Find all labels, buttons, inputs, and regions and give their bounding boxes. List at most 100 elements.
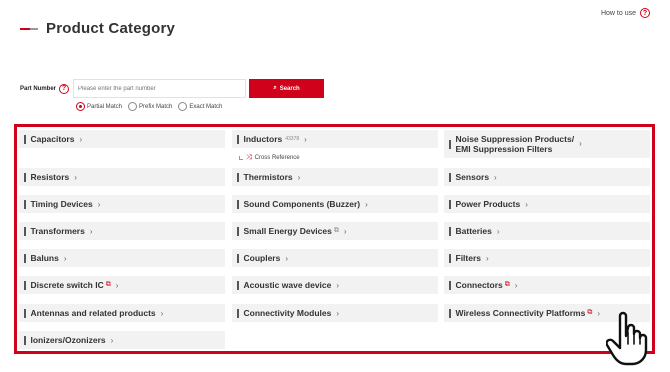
category-label: Connectivity Modules bbox=[243, 308, 332, 318]
category-label: Resistors bbox=[30, 172, 70, 182]
item-marker bbox=[24, 253, 26, 263]
chevron-right-icon: › bbox=[525, 199, 528, 209]
search-button[interactable]: ⌕ Search bbox=[249, 79, 325, 98]
category-resistors[interactable]: Resistors › bbox=[19, 168, 225, 186]
item-marker bbox=[237, 172, 239, 182]
radio-selected-icon[interactable] bbox=[76, 102, 85, 111]
search-button-label: Search bbox=[279, 85, 300, 92]
category-couplers[interactable]: Couplers › bbox=[232, 249, 438, 267]
category-small-energy-devices[interactable]: Small Energy Devices ⧉ › bbox=[232, 222, 438, 240]
category-label: Discrete switch IC bbox=[30, 280, 104, 290]
item-marker bbox=[449, 308, 451, 318]
category-baluns[interactable]: Baluns › bbox=[19, 249, 225, 267]
category-label: Small Energy Devices bbox=[243, 226, 332, 236]
category-label: Sensors bbox=[455, 172, 490, 182]
help-icon[interactable]: ? bbox=[640, 8, 650, 18]
search-icon: ⌕ bbox=[273, 85, 277, 91]
page-title: Product Category bbox=[46, 20, 176, 37]
category-label: Thermistors bbox=[243, 172, 293, 182]
item-marker bbox=[237, 253, 239, 263]
category-label: Wireless Connectivity Platforms bbox=[455, 308, 586, 318]
item-marker bbox=[24, 172, 26, 182]
category-discrete-switch-ic[interactable]: Discrete switch IC ⧉ › bbox=[19, 276, 225, 294]
category-label: Acoustic wave device bbox=[243, 280, 332, 290]
category-connectors[interactable]: Connectors ⧉ › bbox=[444, 276, 650, 294]
category-label-line1: Noise Suppression Products/ bbox=[455, 134, 575, 144]
category-sensors[interactable]: Sensors › bbox=[444, 168, 650, 186]
chevron-right-icon: › bbox=[89, 226, 93, 236]
chevron-right-icon: › bbox=[304, 134, 307, 144]
chevron-right-icon: › bbox=[285, 253, 289, 263]
item-marker bbox=[24, 226, 26, 236]
radio-icon[interactable] bbox=[128, 102, 138, 111]
count-badge: 43378 bbox=[285, 136, 300, 142]
category-sound-components[interactable]: Sound Components (Buzzer) › bbox=[232, 195, 438, 213]
item-marker bbox=[237, 199, 239, 209]
partial-match-label: Partial Match bbox=[87, 103, 123, 110]
title-accent-bar bbox=[20, 27, 38, 30]
category-label: Filters bbox=[455, 253, 482, 263]
category-ionizers[interactable]: Ionizers/Ozonizers › bbox=[19, 331, 225, 349]
chevron-right-icon: › bbox=[336, 308, 340, 318]
item-marker bbox=[449, 253, 451, 263]
category-label: Connectors bbox=[455, 280, 503, 290]
category-label: Sound Components (Buzzer) bbox=[243, 199, 361, 209]
exact-match-radio[interactable]: Exact Match bbox=[178, 102, 222, 111]
category-label: Inductors bbox=[243, 134, 283, 144]
chevron-right-icon: › bbox=[97, 199, 101, 209]
category-capacitors[interactable]: Capacitors › bbox=[19, 130, 225, 148]
chevron-right-icon: › bbox=[486, 253, 489, 263]
category-noise-suppression[interactable]: Noise Suppression Products/ EMI Suppress… bbox=[444, 130, 650, 158]
part-number-search: Part Number ? ⌕ Search bbox=[20, 79, 325, 98]
chevron-right-icon: › bbox=[514, 280, 518, 290]
chevron-right-icon: › bbox=[297, 172, 301, 182]
chevron-right-icon: › bbox=[336, 280, 340, 290]
category-filters[interactable]: Filters › bbox=[444, 249, 650, 267]
category-connectivity-modules[interactable]: Connectivity Modules › bbox=[232, 304, 438, 322]
item-marker bbox=[237, 226, 239, 236]
item-marker bbox=[237, 134, 239, 144]
how-to-use-link[interactable]: How to use ? bbox=[601, 8, 650, 18]
category-power-products[interactable]: Power Products › bbox=[444, 195, 650, 213]
cross-reference-link[interactable]: ⤨ Cross Reference bbox=[239, 154, 300, 162]
partial-match-radio[interactable]: Partial Match bbox=[76, 102, 122, 111]
category-batteries[interactable]: Batteries › bbox=[444, 222, 650, 240]
chevron-right-icon: › bbox=[79, 134, 83, 144]
category-label: Capacitors bbox=[30, 134, 75, 144]
category-inductors[interactable]: Inductors 43378 › bbox=[232, 130, 438, 148]
chevron-right-icon: › bbox=[365, 199, 368, 209]
prefix-match-label: Prefix Match bbox=[139, 103, 173, 110]
category-transformers[interactable]: Transformers › bbox=[19, 222, 225, 240]
chevron-right-icon: › bbox=[74, 172, 77, 182]
category-label: Ionizers/Ozonizers bbox=[30, 335, 106, 345]
page-header: Product Category bbox=[20, 20, 175, 37]
part-number-label: Part Number bbox=[20, 85, 57, 92]
category-thermistors[interactable]: Thermistors › bbox=[232, 168, 438, 186]
item-marker bbox=[449, 139, 451, 149]
chevron-right-icon: › bbox=[110, 335, 114, 345]
category-acoustic-wave-device[interactable]: Acoustic wave device › bbox=[232, 276, 438, 294]
category-label: Power Products bbox=[455, 199, 521, 209]
prefix-match-radio[interactable]: Prefix Match bbox=[128, 102, 172, 111]
category-timing-devices[interactable]: Timing Devices › bbox=[19, 195, 225, 213]
category-label: Antennas and related products bbox=[30, 308, 156, 318]
external-link-icon: ⧉ bbox=[333, 227, 339, 234]
part-number-help-icon[interactable]: ? bbox=[59, 83, 70, 94]
chevron-right-icon: › bbox=[160, 308, 164, 318]
category-label: Transformers bbox=[30, 226, 85, 236]
category-antennas[interactable]: Antennas and related products › bbox=[19, 304, 225, 322]
external-link-icon: ⧉ bbox=[105, 281, 111, 288]
part-number-input[interactable] bbox=[73, 79, 247, 98]
chevron-right-icon: › bbox=[579, 139, 582, 148]
exact-match-label: Exact Match bbox=[189, 103, 223, 110]
category-label: Timing Devices bbox=[30, 199, 93, 209]
shuffle-icon: ⤨ bbox=[246, 154, 252, 161]
category-label-line2: EMI Suppression Filters bbox=[455, 144, 553, 154]
item-marker bbox=[449, 226, 451, 236]
chevron-right-icon: › bbox=[343, 226, 347, 236]
external-link-icon: ⧉ bbox=[587, 309, 593, 316]
radio-icon[interactable] bbox=[178, 102, 188, 111]
item-marker bbox=[24, 280, 26, 290]
match-options: Partial Match Prefix Match Exact Match bbox=[76, 102, 222, 111]
item-marker bbox=[449, 199, 451, 209]
